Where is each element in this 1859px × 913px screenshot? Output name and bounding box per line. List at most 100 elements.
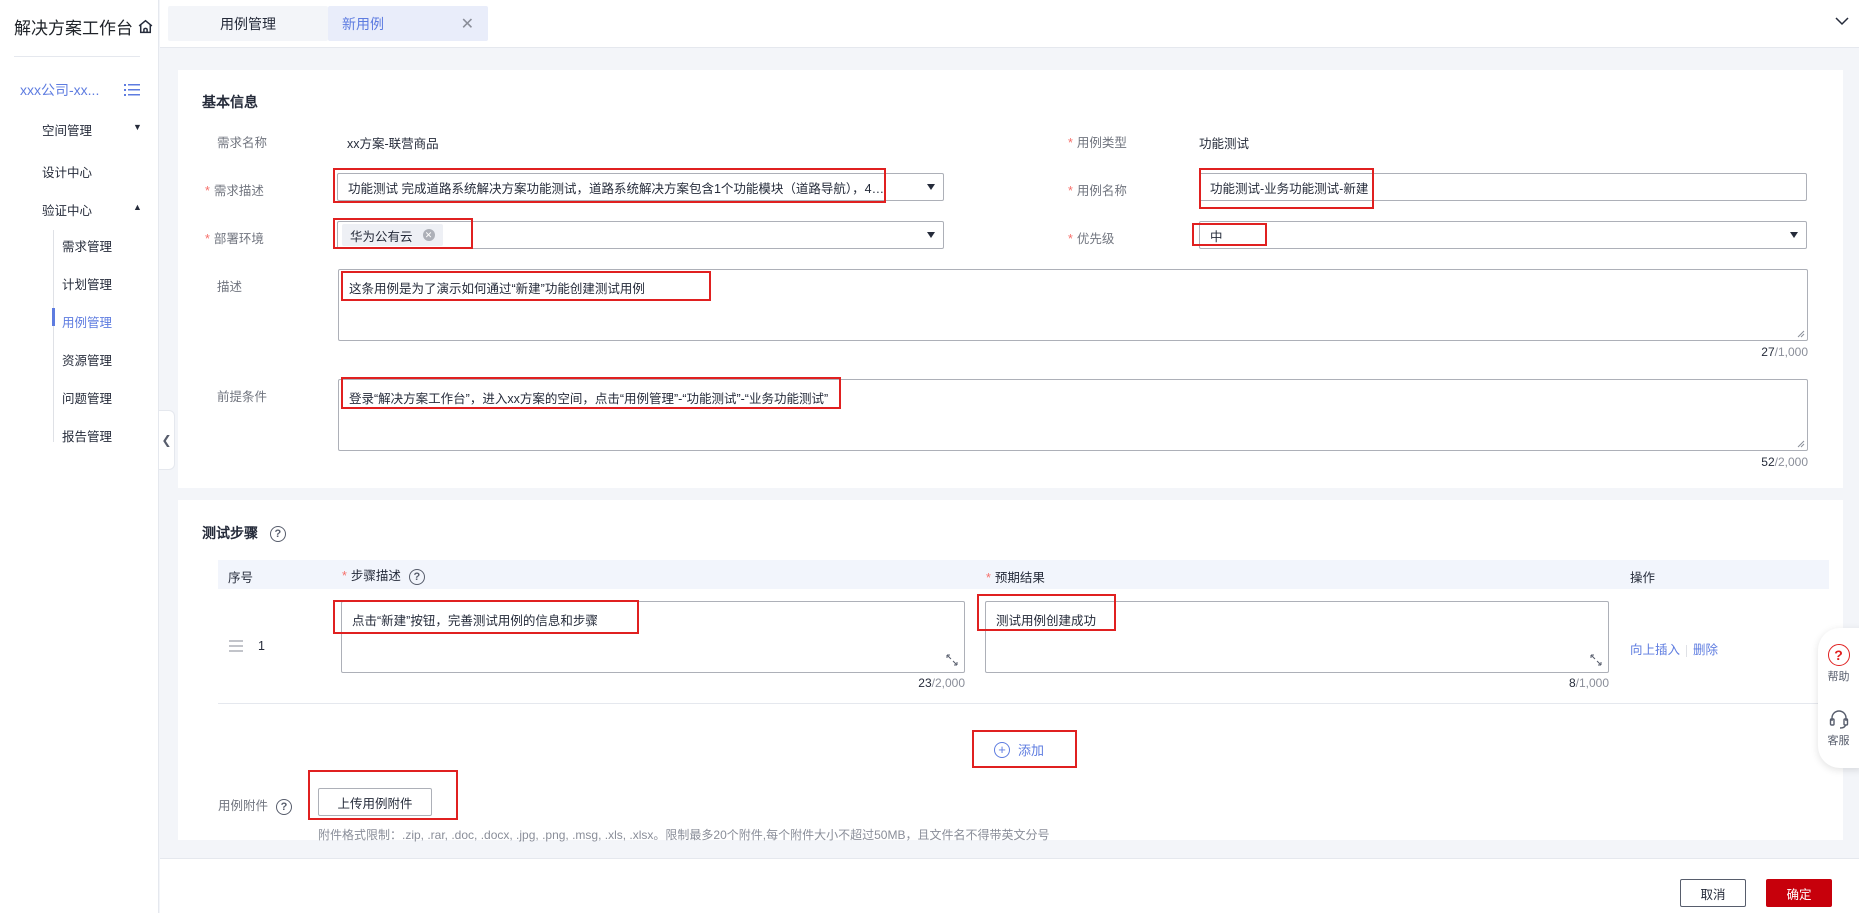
case-name-input[interactable]: 功能测试-业务功能测试-新建: [1199, 173, 1807, 201]
resize-handle-icon[interactable]: [1590, 654, 1602, 666]
upload-attachment-button[interactable]: 上传用例附件: [318, 788, 432, 816]
add-step-button[interactable]: + 添加: [994, 740, 1044, 759]
priority-select[interactable]: 中: [1199, 221, 1807, 249]
step-desc-count-max: /2,000: [931, 676, 965, 690]
question-circle-icon: ?: [1827, 644, 1850, 666]
attachment-label-text: 用例附件: [218, 799, 269, 813]
pre-char-count: 52/2,000: [1700, 455, 1808, 469]
expected-count-current: 8: [1568, 676, 1576, 690]
submenu-report[interactable]: 报告管理: [62, 426, 112, 445]
desc-label: 描述: [217, 280, 243, 294]
test-steps-title: 测试步骤 ?: [202, 523, 286, 543]
customer-service-button[interactable]: 客服: [1818, 708, 1859, 748]
required-mark: *: [342, 569, 347, 583]
test-steps-title-text: 测试步骤: [202, 525, 258, 541]
remove-tag-icon[interactable]: ✕: [422, 229, 435, 241]
insert-above-link[interactable]: 向上插入: [1630, 643, 1680, 657]
desc-count-max: /1,000: [1774, 345, 1808, 359]
submenu-plan[interactable]: 计划管理: [62, 274, 112, 293]
tab-case-management[interactable]: 用例管理: [168, 6, 328, 41]
caret-down-icon[interactable]: ▼: [133, 122, 142, 132]
expected-count-max: /1,000: [1575, 676, 1609, 690]
submenu-issue[interactable]: 问题管理: [62, 388, 112, 407]
col-ops: 操作: [1630, 571, 1656, 585]
pre-count-max: /2,000: [1774, 455, 1808, 469]
collapse-sidebar-button[interactable]: ❮: [159, 410, 175, 470]
drag-handle-icon[interactable]: [228, 639, 244, 653]
required-mark: *: [1068, 136, 1073, 150]
help-icon[interactable]: ?: [408, 568, 425, 585]
floating-help-panel: ? 帮助 客服: [1818, 628, 1859, 768]
add-step-label: 添加: [1018, 743, 1045, 758]
submenu-case[interactable]: 用例管理: [62, 312, 112, 331]
col-index: 序号: [228, 571, 254, 585]
priority-label-text: 优先级: [1076, 232, 1115, 246]
tab-label: 用例管理: [220, 15, 276, 32]
desc-count-current: 27: [1761, 345, 1775, 359]
op-separator: [1686, 644, 1688, 657]
sidebar: 解决方案工作台 xxx公司-xx... 空间管理 ▼ 设计中心 验证中心 ▲ 需…: [0, 0, 159, 913]
caret-down-icon: [927, 184, 935, 190]
req-desc-label-text: 需求描述: [213, 184, 264, 198]
priority-label: * 优先级: [1068, 228, 1114, 247]
sidebar-title[interactable]: 解决方案工作台: [14, 14, 154, 39]
req-desc-value: 功能测试 完成道路系统解决方案功能测试，道路系统解决方案包含1个功能模块（道路导…: [348, 181, 888, 196]
case-name-label: * 用例名称: [1068, 180, 1127, 199]
submenu-resource[interactable]: 资源管理: [62, 350, 112, 369]
help-icon[interactable]: ?: [276, 798, 293, 815]
project-selector[interactable]: xxx公司-xx...: [20, 80, 140, 100]
env-label-text: 部署环境: [213, 232, 264, 246]
menu-space-management[interactable]: 空间管理: [42, 120, 92, 139]
headset-icon: [1829, 710, 1848, 729]
step-desc-count-current: 23: [918, 676, 932, 690]
resize-handle-icon[interactable]: [1797, 440, 1805, 448]
submenu-requirement[interactable]: 需求管理: [62, 236, 112, 255]
caret-up-icon[interactable]: ▲: [133, 202, 142, 212]
caret-down-icon: [1790, 232, 1798, 238]
case-type-label-text: 用例类型: [1076, 136, 1127, 150]
attachment-label: 用例附件?: [218, 795, 293, 815]
step-index: 1: [258, 639, 265, 653]
tab-new-case[interactable]: 新用例 ✕: [328, 6, 488, 41]
resize-handle-icon[interactable]: [1797, 330, 1805, 338]
menu-design-center[interactable]: 设计中心: [42, 162, 92, 181]
cancel-button[interactable]: 取消: [1680, 879, 1746, 907]
env-tag: 华为公有云 ✕: [342, 224, 443, 246]
delete-link[interactable]: 删除: [1693, 643, 1718, 657]
req-desc-label: * 需求描述: [205, 180, 264, 199]
req-desc-select[interactable]: 功能测试 完成道路系统解决方案功能测试，道路系统解决方案包含1个功能模块（道路导…: [337, 173, 944, 201]
expected-char-count: 8/1,000: [1504, 676, 1609, 690]
tab-bar: 用例管理 新用例 ✕: [160, 0, 1859, 48]
pre-label: 前提条件: [217, 390, 268, 404]
pre-count-current: 52: [1761, 455, 1775, 469]
confirm-button[interactable]: 确定: [1766, 879, 1832, 907]
home-icon: [138, 19, 153, 34]
env-select[interactable]: 华为公有云 ✕: [337, 221, 944, 249]
close-icon[interactable]: ✕: [461, 14, 474, 34]
steps-table-header: 序号 * 步骤描述? * 预期结果 操作: [218, 560, 1829, 589]
resize-handle-icon[interactable]: [946, 654, 958, 666]
row-divider: [218, 703, 1829, 704]
expected-result-textarea[interactable]: 测试用例创建成功: [985, 601, 1609, 673]
service-label: 客服: [1827, 735, 1850, 747]
help-icon[interactable]: ?: [269, 526, 286, 543]
required-mark: *: [1068, 232, 1073, 246]
desc-textarea[interactable]: 这条用例是为了演示如何通过“新建”功能创建测试用例: [338, 269, 1808, 341]
priority-value: 中: [1210, 229, 1223, 244]
req-name-value: xx方案-联营商品: [347, 137, 439, 151]
basic-info-title: 基本信息: [202, 94, 258, 110]
help-label: 帮助: [1827, 671, 1850, 683]
footer-bar: 取消 确定: [160, 858, 1859, 913]
step-desc-char-count: 23/2,000: [860, 676, 965, 690]
step-operations: 向上插入 删除: [1630, 639, 1718, 658]
sidebar-title-text: 解决方案工作台: [14, 19, 133, 38]
required-mark: *: [986, 571, 991, 585]
menu-verification-center[interactable]: 验证中心: [42, 200, 92, 219]
col-expected: * 预期结果: [986, 567, 1045, 586]
help-button[interactable]: ? 帮助: [1818, 644, 1859, 684]
expected-result-value: 测试用例创建成功: [996, 614, 1097, 628]
desc-value: 这条用例是为了演示如何通过“新建”功能创建测试用例: [349, 282, 645, 296]
step-desc-textarea[interactable]: 点击“新建”按钮，完善测试用例的信息和步骤: [341, 601, 965, 673]
pre-condition-textarea[interactable]: 登录“解决方案工作台”，进入xx方案的空间，点击“用例管理”-“功能测试”-“业…: [338, 379, 1808, 451]
chevron-down-icon[interactable]: [1835, 16, 1849, 26]
